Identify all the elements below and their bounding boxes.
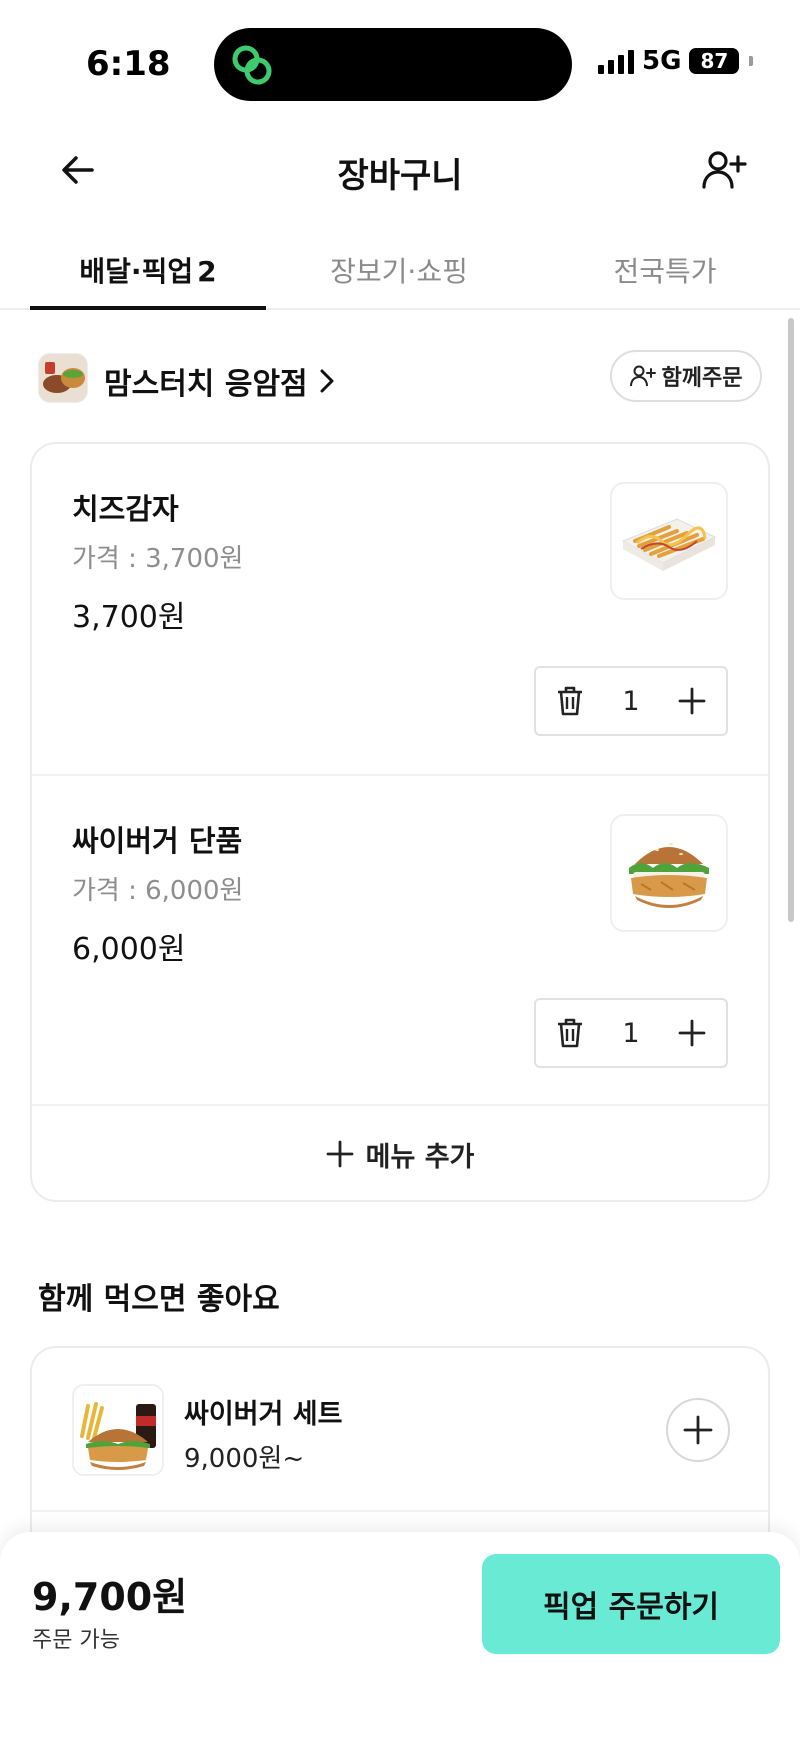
store-row: 맘스터치 응암점 함께주문: [38, 350, 762, 404]
recommendation-title: 함께 먹으면 좋아요: [38, 1282, 280, 1317]
page-title: 장바구니: [337, 156, 463, 196]
store-food-image: [39, 354, 87, 402]
tab-grocery-shopping[interactable]: 장보기·쇼핑: [266, 236, 532, 308]
item-name: 치즈감자: [72, 492, 179, 526]
increase-button[interactable]: [672, 681, 712, 721]
item-name: 싸이버거 단품: [72, 824, 243, 858]
header: 장바구니: [0, 130, 800, 210]
plus-icon: [678, 1019, 706, 1047]
cheese-fries-image[interactable]: [610, 482, 728, 600]
tab-delivery-pickup[interactable]: 배달·픽업 2: [0, 236, 266, 310]
status-indicators: 5G 87: [598, 46, 754, 76]
store-thumbnail: [38, 353, 88, 403]
quantity-value: 1: [622, 1017, 640, 1049]
bottom-order-bar: 9,700원 주문 가능 픽업 주문하기: [0, 1532, 800, 1740]
quantity-stepper: 1: [534, 666, 728, 736]
tab-nationwide-deals[interactable]: 전국특가: [532, 236, 798, 308]
person-add-icon: [702, 151, 747, 189]
tab-count: 2: [197, 255, 217, 288]
recommendation-price: 9,000원~: [184, 1444, 305, 1474]
quantity-stepper: 1: [534, 998, 728, 1068]
order-status: 주문 가능: [32, 1628, 120, 1653]
tab-label: 전국특가: [613, 255, 717, 288]
chicken-burger-image[interactable]: [610, 814, 728, 932]
increase-button[interactable]: [672, 1013, 712, 1053]
battery-icon: 87: [689, 48, 740, 74]
add-menu-button[interactable]: 메뉴 추가: [32, 1104, 768, 1202]
person-add-icon: [629, 365, 656, 387]
scrollbar[interactable]: [788, 318, 794, 922]
tab-bar: 배달·픽업 2 장보기·쇼핑 전국특가: [0, 236, 800, 310]
delete-button[interactable]: [550, 1013, 590, 1053]
group-order-button[interactable]: 함께주문: [610, 350, 762, 402]
pickup-order-button[interactable]: 픽업 주문하기: [482, 1554, 780, 1654]
cart-card: 치즈감자 가격 : 3,700원 3,700원 1 싸이버거 단품 가격: 6…: [30, 442, 770, 1202]
quantity-value: 1: [622, 685, 640, 717]
item-total: 3,700원: [72, 600, 186, 635]
status-bar: 6:18 5G 87: [0, 0, 800, 120]
order-total: 9,700원: [32, 1575, 188, 1619]
store-name-link[interactable]: 맘스터치 응암점: [104, 359, 336, 403]
battery-cap: [749, 56, 754, 66]
signal-icon: [598, 48, 634, 74]
dynamic-island: [214, 28, 572, 101]
tab-label: 배달·픽업: [79, 255, 194, 288]
recommendation-name: 싸이버거 세트: [184, 1399, 343, 1430]
group-order-label: 함께주문: [661, 366, 743, 391]
battery-level: 87: [700, 49, 729, 73]
link-chain-icon: [232, 45, 272, 85]
cart-item: 싸이버거 단품 가격 : 6,000원 6,000원 1: [32, 774, 768, 1104]
store-name: 맘스터치 응암점: [104, 367, 308, 402]
invite-button[interactable]: [698, 144, 750, 196]
item-unit-price: 가격 : 3,700원: [72, 544, 244, 574]
plus-icon: [326, 1140, 354, 1168]
item-total: 6,000원: [72, 932, 186, 967]
tab-label: 장보기·쇼핑: [330, 255, 468, 288]
burger-set-image: [72, 1384, 164, 1476]
item-unit-price: 가격 : 6,000원: [72, 876, 244, 906]
trash-icon: [558, 686, 582, 716]
trash-icon: [558, 1018, 582, 1048]
add-menu-label: 메뉴 추가: [365, 1141, 475, 1173]
status-time: 6:18: [86, 44, 171, 84]
plus-icon: [678, 687, 706, 715]
recommendation-item[interactable]: 싸이버거 세트 9,000원~: [32, 1348, 768, 1512]
delete-button[interactable]: [550, 681, 590, 721]
plus-icon: [683, 1415, 713, 1445]
chevron-right-icon: [320, 369, 334, 393]
add-recommendation-button[interactable]: [666, 1398, 730, 1462]
network-type: 5G: [642, 46, 682, 76]
cart-item: 치즈감자 가격 : 3,700원 3,700원 1: [32, 444, 768, 774]
